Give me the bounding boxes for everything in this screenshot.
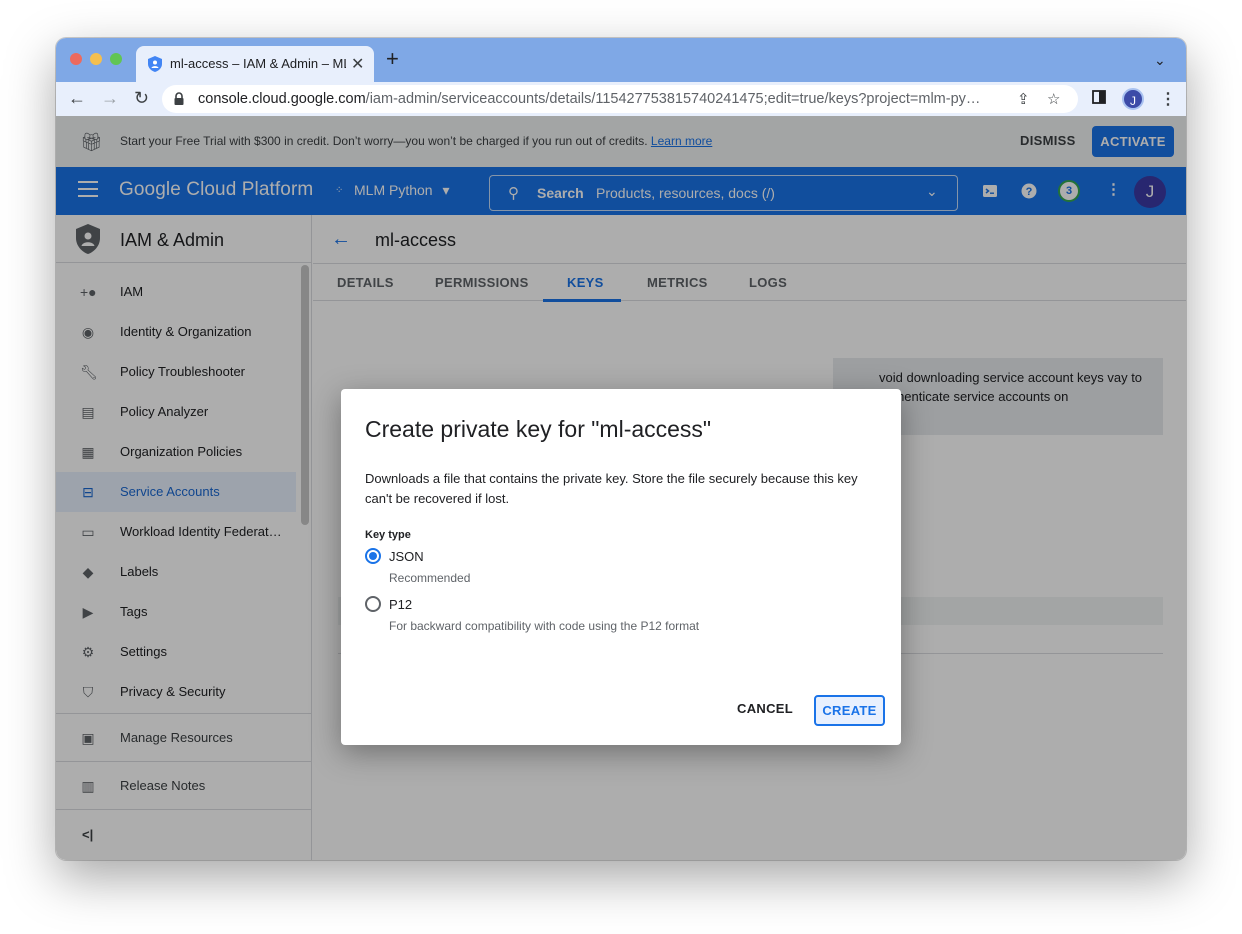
page: 🎁︎ Start your Free Trial with $300 in cr… [56,116,1186,860]
json-option-label[interactable]: JSON [389,549,424,564]
p12-option-sublabel: For backward compatibility with code usi… [389,619,700,633]
browser-toolbar: ← → ↻ console.cloud.google.com/iam-admin… [56,82,1186,116]
browser-window: ml-access – IAM & Admin – ML ✕ + ⌄ ← → ↻… [56,38,1186,860]
url-text[interactable]: console.cloud.google.com/iam-admin/servi… [198,91,1008,107]
tab-search-chevron-icon[interactable]: ⌄ [1154,52,1166,69]
maximize-window-button[interactable] [110,53,122,65]
create-button[interactable]: CREATE [814,695,885,726]
share-icon[interactable]: ⇪ [1017,90,1030,108]
cancel-button[interactable]: CANCEL [737,701,793,716]
close-window-button[interactable] [70,53,82,65]
url-path: /iam-admin/serviceaccounts/details/11542… [365,91,981,107]
key-type-label: Key type [365,529,411,541]
forward-icon[interactable]: → [101,88,119,108]
new-tab-button[interactable]: + [386,48,399,70]
browser-profile-avatar[interactable]: J [1122,88,1144,110]
dialog-title: Create private key for "ml-access" [365,416,712,442]
side-panel-icon[interactable] [1092,90,1106,104]
dialog-description: Downloads a file that contains the priva… [365,471,858,506]
p12-option-label[interactable]: P12 [389,597,412,612]
browser-tab[interactable]: ml-access – IAM & Admin – ML ✕ [136,46,374,82]
bookmark-star-icon[interactable]: ☆ [1047,90,1060,108]
iam-shield-icon [148,56,162,72]
create-key-dialog: Create private key for "ml-access" Downl… [341,389,901,745]
address-bar[interactable]: console.cloud.google.com/iam-admin/servi… [162,85,1078,113]
back-icon[interactable]: ← [68,88,86,108]
lock-icon [174,92,184,105]
tab-strip: ml-access – IAM & Admin – ML ✕ + ⌄ [56,38,1186,82]
p12-radio[interactable] [365,596,381,612]
tab-title: ml-access – IAM & Admin – ML [170,56,346,71]
minimize-window-button[interactable] [90,53,102,65]
reload-icon[interactable]: ↻ [134,88,149,108]
url-host: console.cloud.google.com [198,91,366,107]
tab-close-icon[interactable]: ✕ [351,54,364,74]
browser-menu-icon[interactable]: ⋮ [1160,89,1176,109]
json-option-sublabel: Recommended [389,571,471,585]
json-radio[interactable] [365,548,381,564]
